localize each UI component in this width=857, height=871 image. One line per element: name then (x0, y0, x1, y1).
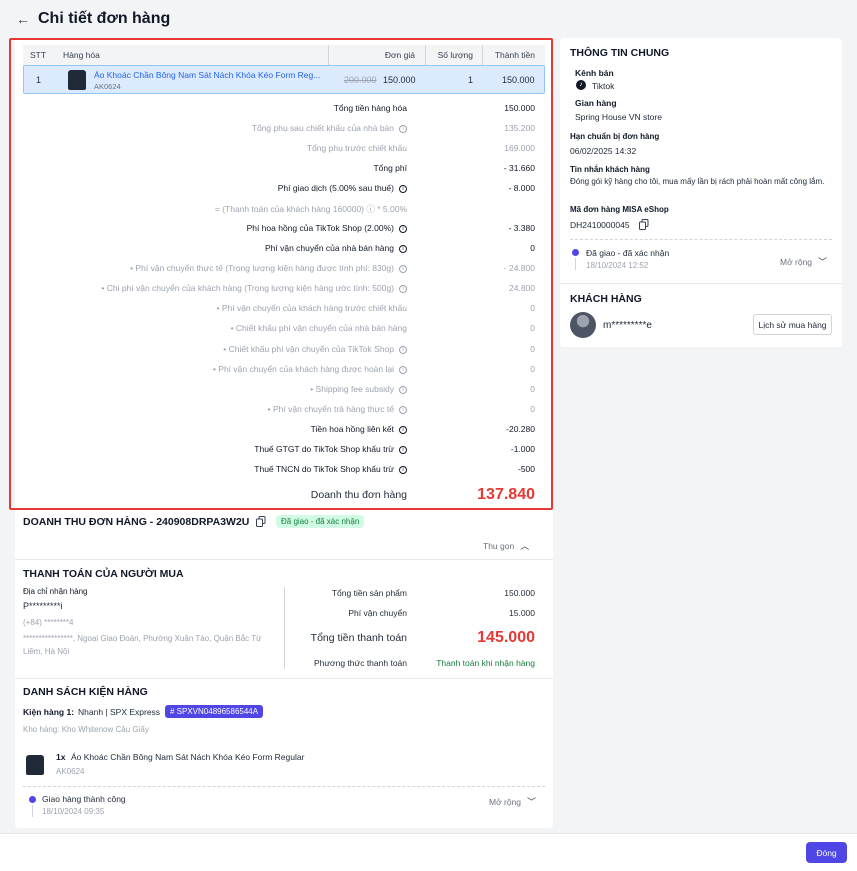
shipping-fee-value: 15.000 (509, 608, 535, 618)
order-status: Đã giao - đã xác nhận (586, 248, 670, 258)
order-status-time: 18/10/2024 12:52 (586, 261, 649, 270)
highlight-box (9, 38, 553, 510)
package-status-time: 18/10/2024 09:35 (42, 807, 105, 816)
expand-label: Mở rộng (489, 797, 522, 807)
buyer-payment-title: THANH TOÁN CỦA NGƯỜI MUA (23, 568, 184, 580)
avatar (570, 312, 596, 338)
purchase-history-button[interactable]: Lịch sử mua hàng (753, 314, 832, 335)
item-quantity: 1x (56, 752, 66, 762)
item-name: Áo Khoác Chần Bông Nam Sát Nách Khóa Kéo… (71, 752, 305, 762)
recipient-address: ****************, Ngoại Giao Đoàn, Phườn… (23, 634, 262, 656)
copy-icon[interactable] (639, 219, 649, 230)
tiktok-icon: ♪ (576, 80, 586, 90)
subtotal-value: 150.000 (504, 588, 535, 598)
collapse-toggle[interactable]: Thu gọn ︿ (483, 539, 529, 552)
column-divider (284, 587, 285, 669)
deadline-value: 06/02/2025 14:32 (570, 146, 637, 156)
payment-method-value: Thanh toán khi nhận hàng (436, 658, 535, 668)
address-label: Địa chỉ nhận hàng (23, 587, 88, 596)
misa-label: Mã đơn hàng MISA eShop (570, 205, 669, 214)
collapse-label: Thu gọn (483, 541, 515, 551)
customer-name: m*********e (603, 320, 652, 331)
top-bar: ← Chi tiết đơn hàng (0, 0, 857, 38)
chevron-up-icon: ︿ (520, 541, 530, 551)
chevron-down-icon: ﹀ (818, 257, 828, 267)
package-expand-toggle[interactable]: Mở rộng ﹀ (489, 795, 536, 808)
status-expand-toggle[interactable]: Mở rộng ﹀ (780, 255, 827, 268)
recipient-phone: (+84) ********4 (23, 618, 74, 627)
warehouse: Kho hàng: Kho Whitenow Cầu Giấy (23, 725, 149, 734)
package-status: Giao hàng thành công (42, 794, 126, 804)
divider (15, 559, 553, 560)
order-revenue-title: DOANH THU ĐƠN HÀNG - 240908DRPA3W2U (23, 516, 250, 528)
payment-total-value: 145.000 (477, 629, 535, 646)
payment-method-label: Phương thức thanh toán (313, 658, 407, 668)
status-dot-icon (572, 249, 579, 256)
channel-label: Kênh bán (575, 68, 614, 78)
chevron-down-icon: ﹀ (527, 797, 537, 807)
page-title: Chi tiết đơn hàng (38, 10, 171, 27)
deadline-label: Hạn chuẩn bị đơn hàng (570, 132, 660, 141)
recipient-name: P*********i (23, 601, 63, 611)
channel-value: Tiktok (592, 81, 615, 91)
timeline-line (575, 258, 576, 270)
tracking-tag[interactable]: # SPXVN04896586544A (165, 705, 264, 718)
customer-message: Đóng gói kỹ hàng cho tôi, mua mấy lần bị… (570, 177, 825, 186)
misa-code: DH2410000045 (570, 220, 630, 230)
status-dot-icon (29, 796, 36, 803)
item-sku: AK0624 (56, 767, 85, 776)
payment-total-label: Tổng tiền thanh toán (310, 632, 407, 644)
packages-title: DANH SÁCH KIỆN HÀNG (23, 686, 148, 698)
copy-icon[interactable] (256, 516, 266, 527)
package-label: Kiện hàng 1: (23, 707, 75, 717)
general-info-title: THÔNG TIN CHUNG (570, 47, 670, 59)
close-button[interactable]: Đóng (806, 842, 847, 863)
back-arrow-icon[interactable]: ← (16, 11, 30, 27)
shop-value: Spring House VN store (575, 112, 662, 122)
message-label: Tin nhắn khách hàng (570, 165, 650, 174)
expand-label: Mở rộng (780, 257, 813, 267)
carrier-name: Nhanh | SPX Express (78, 707, 161, 717)
subtotal-label: Tổng tiền sản phẩm (331, 588, 407, 598)
timeline-line (32, 805, 33, 817)
bottom-bar (0, 833, 857, 871)
divider (560, 283, 842, 284)
divider (570, 239, 832, 240)
customer-title: KHÁCH HÀNG (570, 293, 642, 305)
shop-label: Gian hàng (575, 98, 617, 108)
product-thumbnail (26, 755, 44, 775)
divider (23, 786, 545, 787)
shipping-fee-label: Phí vận chuyển (348, 608, 407, 618)
divider (15, 678, 553, 679)
status-badge: Đã giao - đã xác nhận (276, 515, 365, 528)
